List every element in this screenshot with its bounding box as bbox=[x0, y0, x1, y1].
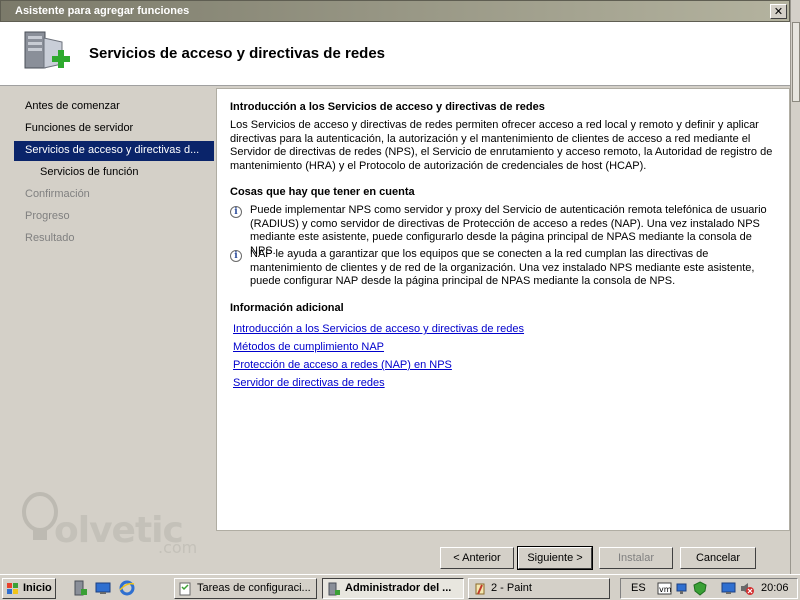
task-server-manager[interactable]: Administrador del ... bbox=[322, 578, 464, 599]
content-panel: Introducción a los Servicios de acceso y… bbox=[216, 88, 790, 531]
task-label: 2 - Paint bbox=[491, 582, 532, 594]
monitor-icon[interactable] bbox=[721, 581, 736, 596]
info-icon: i bbox=[230, 206, 242, 218]
back-button[interactable]: < Anterior bbox=[440, 547, 514, 569]
scrollbar-thumb[interactable] bbox=[792, 22, 800, 102]
link-nap-in-nps[interactable]: Protección de acceso a redes (NAP) en NP… bbox=[233, 359, 452, 371]
install-button: Instalar bbox=[599, 547, 673, 569]
intro-heading: Introducción a los Servicios de acceso y… bbox=[230, 101, 545, 113]
start-label: Inicio bbox=[23, 582, 52, 594]
cancel-button[interactable]: Cancelar bbox=[680, 547, 756, 569]
nav-step-results: Resultado bbox=[25, 232, 75, 244]
page-title: Servicios de acceso y directivas de rede… bbox=[89, 45, 386, 62]
task-label: Tareas de configuraci... bbox=[197, 582, 311, 594]
nav-step-role-services[interactable]: Servicios de función bbox=[40, 166, 138, 178]
server-manager-icon[interactable] bbox=[72, 580, 88, 596]
svg-text:vm: vm bbox=[659, 585, 672, 594]
nav-step-nps[interactable]: Servicios de acceso y directivas d... bbox=[14, 141, 214, 161]
server-add-icon bbox=[24, 31, 70, 69]
vm-icon[interactable]: vm bbox=[657, 581, 672, 596]
note-text: NAP le ayuda a garantizar que los equipo… bbox=[250, 248, 755, 287]
internet-explorer-icon[interactable] bbox=[119, 580, 135, 596]
notes-heading: Cosas que hay que tener en cuenta bbox=[230, 186, 415, 198]
wizard-header: Servicios de acceso y directivas de rede… bbox=[0, 22, 790, 86]
link-nps-server[interactable]: Servidor de directivas de redes bbox=[233, 377, 385, 389]
taskbar: Inicio Tareas de configuraci... Administ… bbox=[0, 574, 800, 600]
show-desktop-icon[interactable] bbox=[95, 580, 111, 596]
intro-text: Los Servicios de acceso y directivas de … bbox=[230, 119, 773, 172]
volume-muted-icon[interactable] bbox=[739, 581, 754, 596]
link-nps-intro[interactable]: Introducción a los Servicios de acceso y… bbox=[233, 323, 524, 335]
server-manager-icon bbox=[328, 582, 340, 596]
windows-flag-icon bbox=[7, 583, 18, 594]
window-title: Asistente para agregar funciones bbox=[15, 5, 190, 17]
start-button[interactable]: Inicio bbox=[2, 578, 56, 599]
close-button[interactable]: ✕ bbox=[770, 4, 787, 19]
nav-step-server-roles[interactable]: Funciones de servidor bbox=[25, 122, 133, 134]
info-icon: i bbox=[230, 250, 242, 262]
network-icon[interactable] bbox=[675, 581, 690, 596]
link-nap-methods[interactable]: Métodos de cumplimiento NAP bbox=[233, 341, 384, 353]
nav-step-before-start[interactable]: Antes de comenzar bbox=[25, 100, 120, 112]
task-label: Administrador del ... bbox=[345, 582, 452, 594]
paint-icon bbox=[475, 583, 485, 595]
tasks-icon bbox=[179, 582, 191, 596]
language-indicator[interactable]: ES bbox=[631, 582, 646, 594]
solvetic-watermark: olvetic .com bbox=[20, 490, 200, 560]
clock[interactable]: 20:06 bbox=[761, 582, 789, 594]
task-config-tasks[interactable]: Tareas de configuraci... bbox=[174, 578, 317, 599]
security-icon[interactable] bbox=[693, 581, 708, 596]
title-bar[interactable]: Asistente para agregar funciones ✕ bbox=[0, 0, 790, 22]
next-button[interactable]: Siguiente > bbox=[517, 546, 593, 570]
nav-step-progress: Progreso bbox=[25, 210, 70, 222]
watermark-suffix: .com bbox=[158, 538, 198, 557]
system-tray: ES vm 20:06 bbox=[620, 578, 798, 599]
task-paint[interactable]: 2 - Paint bbox=[468, 578, 610, 599]
nav-step-confirmation: Confirmación bbox=[25, 188, 90, 200]
background-scrollbar[interactable] bbox=[790, 0, 800, 574]
more-info-heading: Información adicional bbox=[230, 302, 344, 314]
